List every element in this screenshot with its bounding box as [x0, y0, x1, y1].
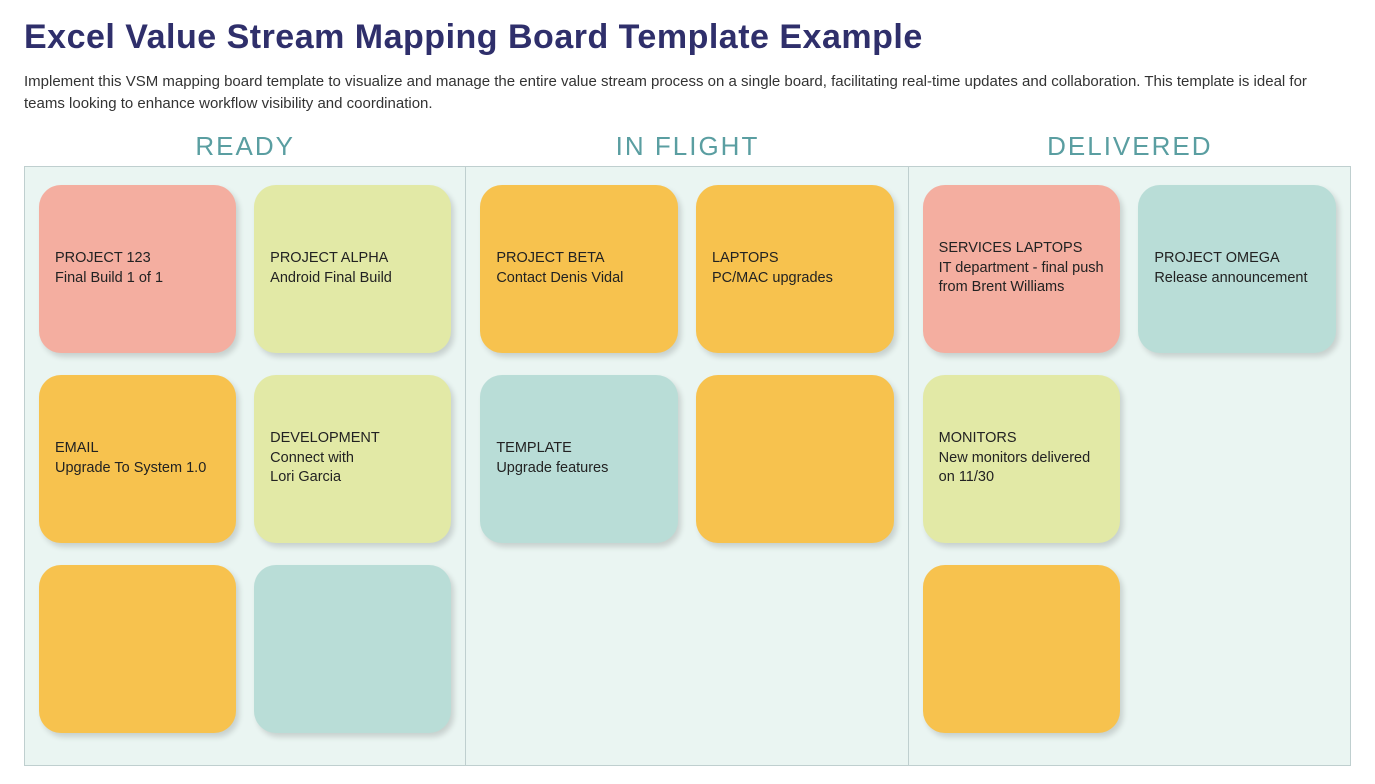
card-title: PROJECT 123: [55, 249, 220, 269]
page-title: Excel Value Stream Mapping Board Templat…: [24, 18, 1351, 57]
card-subtitle: IT department - final push from Brent Wi…: [939, 259, 1105, 298]
column-body-in-flight[interactable]: PROJECT BETA Contact Denis Vidal LAPTOPS…: [466, 166, 908, 766]
card[interactable]: PROJECT 123 Final Build 1 of 1: [39, 185, 236, 353]
card[interactable]: EMAIL Upgrade To System 1.0: [39, 375, 236, 543]
card-empty[interactable]: [254, 565, 451, 733]
column-ready: READY PROJECT 123 Final Build 1 of 1 PRO…: [24, 125, 466, 766]
card[interactable]: PROJECT OMEGA Release announcement: [1138, 185, 1336, 353]
card-title: PROJECT BETA: [496, 249, 662, 269]
card-subtitle: Release announcement: [1154, 269, 1320, 289]
card-title: MONITORS: [939, 429, 1105, 449]
card[interactable]: PROJECT BETA Contact Denis Vidal: [480, 185, 678, 353]
card-title: TEMPLATE: [496, 439, 662, 459]
card-empty[interactable]: [39, 565, 236, 733]
page-description: Implement this VSM mapping board templat…: [24, 71, 1351, 115]
card-subtitle: PC/MAC upgrades: [712, 269, 878, 289]
card-subtitle: Connect with Lori Garcia: [270, 449, 435, 488]
card-subtitle: New monitors delivered on 11/30: [939, 449, 1105, 488]
card-subtitle: Upgrade features: [496, 459, 662, 479]
card[interactable]: PROJECT ALPHA Android Final Build: [254, 185, 451, 353]
column-in-flight: IN FLIGHT PROJECT BETA Contact Denis Vid…: [466, 125, 908, 766]
card[interactable]: TEMPLATE Upgrade features: [480, 375, 678, 543]
card-subtitle: Contact Denis Vidal: [496, 269, 662, 289]
card-empty[interactable]: [923, 565, 1121, 733]
card-title: PROJECT OMEGA: [1154, 249, 1320, 269]
column-body-delivered[interactable]: SERVICES LAPTOPS IT department - final p…: [909, 166, 1351, 766]
column-delivered: DELIVERED SERVICES LAPTOPS IT department…: [909, 125, 1351, 766]
column-body-ready[interactable]: PROJECT 123 Final Build 1 of 1 PROJECT A…: [24, 166, 466, 766]
card[interactable]: SERVICES LAPTOPS IT department - final p…: [923, 185, 1121, 353]
card-subtitle: Upgrade To System 1.0: [55, 459, 220, 479]
card[interactable]: LAPTOPS PC/MAC upgrades: [696, 185, 894, 353]
card-title: SERVICES LAPTOPS: [939, 239, 1105, 259]
card-title: PROJECT ALPHA: [270, 249, 435, 269]
card[interactable]: MONITORS New monitors delivered on 11/30: [923, 375, 1121, 543]
column-header: READY: [24, 125, 466, 166]
card-subtitle: Final Build 1 of 1: [55, 269, 220, 289]
card-title: EMAIL: [55, 439, 220, 459]
column-header: IN FLIGHT: [466, 125, 908, 166]
column-header: DELIVERED: [909, 125, 1351, 166]
card-title: DEVELOPMENT: [270, 429, 435, 449]
card[interactable]: DEVELOPMENT Connect with Lori Garcia: [254, 375, 451, 543]
card-empty[interactable]: [696, 375, 894, 543]
kanban-board: READY PROJECT 123 Final Build 1 of 1 PRO…: [24, 125, 1351, 766]
card-subtitle: Android Final Build: [270, 269, 435, 289]
card-title: LAPTOPS: [712, 249, 878, 269]
